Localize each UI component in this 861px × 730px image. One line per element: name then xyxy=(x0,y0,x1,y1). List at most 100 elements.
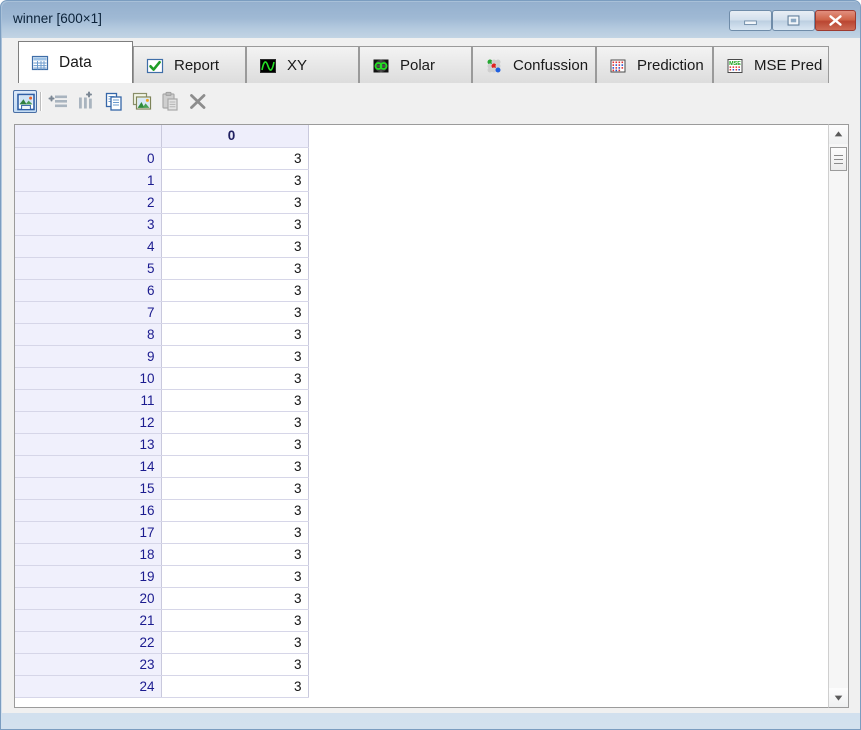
table-row[interactable]: 53 xyxy=(15,257,309,280)
table-cell[interactable]: 3 xyxy=(161,169,309,192)
row-header[interactable]: 2 xyxy=(15,191,162,214)
table-row[interactable]: 03 xyxy=(15,147,309,170)
row-header[interactable]: 23 xyxy=(15,653,162,676)
table-row[interactable]: 33 xyxy=(15,213,309,236)
row-header[interactable]: 3 xyxy=(15,213,162,236)
table-cell[interactable]: 3 xyxy=(161,323,309,346)
table-cell[interactable]: 3 xyxy=(161,345,309,368)
table-cell[interactable]: 3 xyxy=(161,235,309,258)
table-cell[interactable]: 3 xyxy=(161,675,309,698)
table-cell[interactable]: 3 xyxy=(161,455,309,478)
row-header[interactable]: 16 xyxy=(15,499,162,522)
row-header[interactable]: 14 xyxy=(15,455,162,478)
table-corner-cell[interactable] xyxy=(15,125,162,148)
tab-prediction[interactable]: Prediction xyxy=(596,46,713,83)
table-row[interactable]: 24 3 xyxy=(15,675,309,698)
table-cell[interactable]: 3 xyxy=(161,213,309,236)
table-row[interactable]: 12 3 xyxy=(15,411,309,434)
table-row[interactable]: 63 xyxy=(15,279,309,302)
table-row[interactable]: 13 xyxy=(15,169,309,192)
row-header[interactable]: 6 xyxy=(15,279,162,302)
table-row[interactable]: 13 3 xyxy=(15,433,309,456)
table-cell[interactable]: 3 xyxy=(161,279,309,302)
copy-button[interactable] xyxy=(102,90,126,113)
row-header[interactable]: 20 xyxy=(15,587,162,610)
row-header[interactable]: 0 xyxy=(15,147,162,170)
table-row[interactable]: 20 3 xyxy=(15,587,309,610)
table-row[interactable]: 16 3 xyxy=(15,499,309,522)
table-cell[interactable]: 3 xyxy=(161,411,309,434)
tab-confussion[interactable]: Confussion xyxy=(472,46,596,83)
table-cell[interactable]: 3 xyxy=(161,653,309,676)
table-row[interactable]: 14 3 xyxy=(15,455,309,478)
add-column-button[interactable] xyxy=(74,90,98,113)
scroll-thumb[interactable] xyxy=(830,147,847,171)
table-cell[interactable]: 3 xyxy=(161,477,309,500)
table-row[interactable]: 43 xyxy=(15,235,309,258)
table-cell[interactable]: 3 xyxy=(161,257,309,280)
table-cell[interactable]: 3 xyxy=(161,543,309,566)
table-row[interactable]: 73 xyxy=(15,301,309,324)
row-header[interactable]: 24 xyxy=(15,675,162,698)
row-header[interactable]: 9 xyxy=(15,345,162,368)
tab-mse-pred[interactable]: MSE MSE Pred xyxy=(713,46,829,83)
tab-xy[interactable]: XY xyxy=(246,46,359,83)
tab-polar[interactable]: Polar xyxy=(359,46,472,83)
row-header[interactable]: 8 xyxy=(15,323,162,346)
table-row[interactable]: 93 xyxy=(15,345,309,368)
table-cell[interactable]: 3 xyxy=(161,367,309,390)
table-row[interactable]: 19 3 xyxy=(15,565,309,588)
toolbar xyxy=(2,83,860,119)
row-header[interactable]: 15 xyxy=(15,477,162,500)
row-header[interactable]: 17 xyxy=(15,521,162,544)
tab-data[interactable]: Data xyxy=(18,41,133,83)
table-row[interactable]: 21 3 xyxy=(15,609,309,632)
row-header[interactable]: 1 xyxy=(15,169,162,192)
row-header[interactable]: 7 xyxy=(15,301,162,324)
table-row[interactable]: 23 3 xyxy=(15,653,309,676)
row-header[interactable]: 21 xyxy=(15,609,162,632)
table-row[interactable]: 10 3 xyxy=(15,367,309,390)
row-header[interactable]: 13 xyxy=(15,433,162,456)
table-row[interactable]: 83 xyxy=(15,323,309,346)
scroll-up-button[interactable] xyxy=(829,125,848,144)
row-header[interactable]: 10 xyxy=(15,367,162,390)
table-row[interactable]: 17 3 xyxy=(15,521,309,544)
tab-report[interactable]: Report xyxy=(133,46,246,83)
close-button[interactable] xyxy=(815,10,856,31)
paste-image-button[interactable] xyxy=(130,90,154,113)
row-header[interactable]: 19 xyxy=(15,565,162,588)
row-header[interactable]: 5 xyxy=(15,257,162,280)
tab-label: MSE Pred xyxy=(754,57,823,74)
row-header[interactable]: 22 xyxy=(15,631,162,654)
add-row-button[interactable] xyxy=(46,90,70,113)
data-table-container[interactable]: 0 0 3 1 3 2 3 3 3 4 3 5 3 6 3 7 3 8 3 9 3 10 3 11 3 12 3 13 3 14 3 15 3… xyxy=(14,124,838,708)
table-cell[interactable]: 3 xyxy=(161,301,309,324)
table-cell[interactable]: 3 xyxy=(161,499,309,522)
table-cell[interactable]: 3 xyxy=(161,609,309,632)
scroll-down-button[interactable] xyxy=(829,688,848,707)
row-header[interactable]: 12 xyxy=(15,411,162,434)
maximize-button[interactable] xyxy=(772,10,815,31)
table-cell[interactable]: 3 xyxy=(161,389,309,412)
row-header[interactable]: 4 xyxy=(15,235,162,258)
table-row[interactable]: 11 3 xyxy=(15,389,309,412)
table-row[interactable]: 15 3 xyxy=(15,477,309,500)
row-header[interactable]: 11 xyxy=(15,389,162,412)
table-cell[interactable]: 3 xyxy=(161,631,309,654)
table-cell[interactable]: 3 xyxy=(161,191,309,214)
save-image-button[interactable] xyxy=(13,90,37,113)
vertical-scrollbar[interactable] xyxy=(828,124,849,708)
table-row[interactable]: 23 xyxy=(15,191,309,214)
table-cell[interactable]: 3 xyxy=(161,587,309,610)
column-header[interactable]: 0 xyxy=(161,125,309,148)
table-cell[interactable]: 3 xyxy=(161,147,309,170)
table-row[interactable]: 18 3 xyxy=(15,543,309,566)
table-row[interactable]: 22 3 xyxy=(15,631,309,654)
delete-button[interactable] xyxy=(186,90,210,113)
row-header[interactable]: 18 xyxy=(15,543,162,566)
minimize-button[interactable] xyxy=(729,10,772,31)
table-cell[interactable]: 3 xyxy=(161,521,309,544)
table-cell[interactable]: 3 xyxy=(161,433,309,456)
table-cell[interactable]: 3 xyxy=(161,565,309,588)
